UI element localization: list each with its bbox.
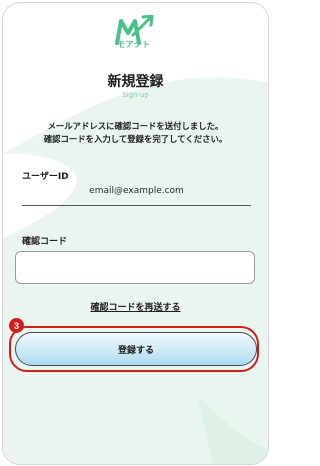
resend-code-link[interactable]: 確認コードを再送する (90, 303, 180, 313)
userid-underline (22, 205, 251, 206)
verification-code-label: 確認コード (22, 237, 68, 247)
phone-frame: モアクト 新規登録 Sign-up メールアドレスに確認コードを送付しました。 … (2, 2, 269, 465)
page-subtitle: Sign-up (122, 91, 149, 99)
page-title: 新規登録 (107, 74, 164, 90)
register-button[interactable]: 登録する (15, 332, 257, 366)
userid-label: ユーザーID (22, 172, 69, 182)
register-button-label: 登録する (117, 345, 154, 356)
resend-code-link-row: 確認コードを再送する (3, 300, 268, 313)
step-number-badge: 3 (9, 318, 24, 333)
logo-text: モアクト (117, 40, 151, 49)
verification-code-input[interactable] (15, 251, 255, 284)
userid-value: email@example.com (89, 186, 184, 196)
instruction-message: メールアドレスに確認コードを送付しました。 確認コードを入力して登録を完了してく… (43, 121, 228, 144)
